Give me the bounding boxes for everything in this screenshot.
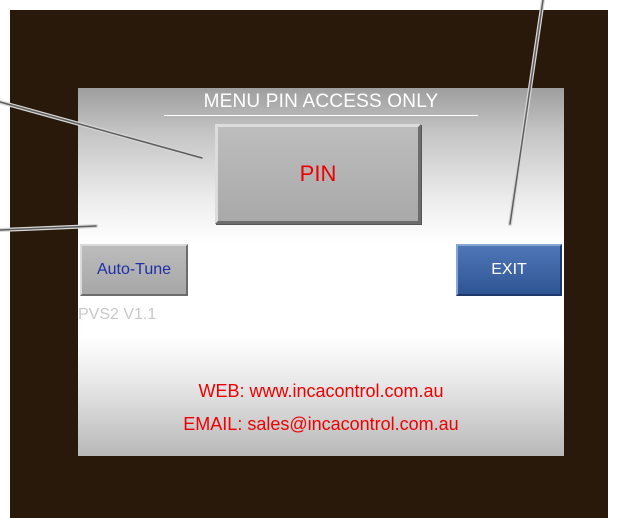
pin-button-label: PIN — [299, 161, 337, 186]
menu-screen: MENU PIN ACCESS ONLY PIN Auto-Tune EXIT … — [78, 88, 564, 456]
auto-tune-button-label: Auto-Tune — [96, 261, 172, 278]
auto-tune-button[interactable]: Auto-Tune — [80, 244, 188, 296]
pin-button[interactable]: PIN — [215, 124, 421, 224]
exit-button-label: EXIT — [491, 261, 527, 278]
email-address: EMAIL: sales@incacontrol.com.au — [183, 414, 459, 434]
page-title: MENU PIN ACCESS ONLY — [164, 91, 478, 116]
device-bezel: MENU PIN ACCESS ONLY PIN Auto-Tune EXIT … — [10, 10, 608, 518]
version-label: PVS2 V1.1 — [78, 306, 157, 323]
exit-button[interactable]: EXIT — [456, 244, 562, 296]
web-address: WEB: www.incacontrol.com.au — [198, 381, 444, 401]
